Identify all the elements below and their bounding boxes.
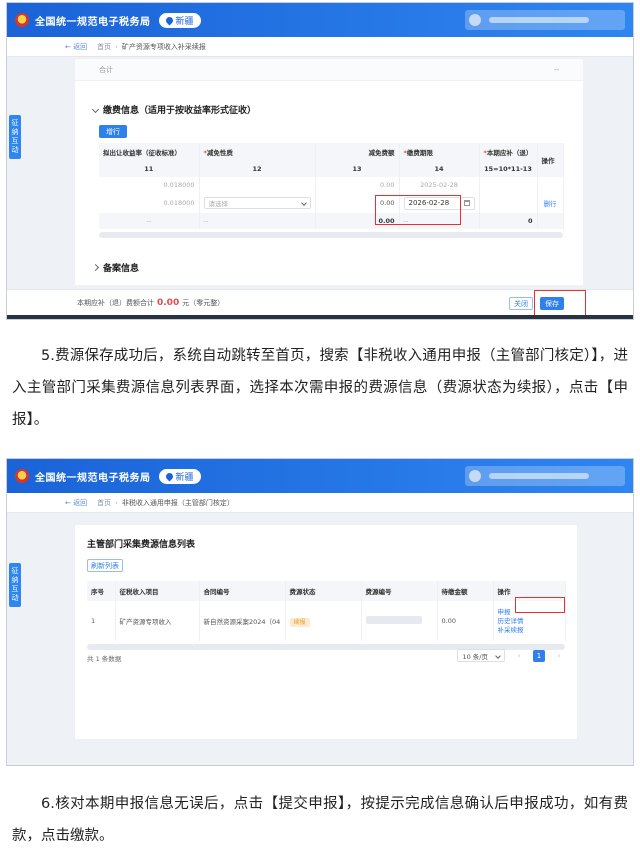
national-emblem-icon bbox=[15, 469, 29, 483]
col-reduce-type-header: *减免性质 bbox=[199, 143, 316, 161]
location-pin-icon bbox=[164, 471, 174, 481]
os-taskbar bbox=[7, 315, 633, 319]
total-label: 合计 bbox=[99, 65, 113, 74]
history-detail-link[interactable]: 历史详情 bbox=[498, 617, 561, 626]
national-emblem-icon bbox=[15, 13, 29, 27]
page-1-button[interactable]: 1 bbox=[533, 649, 545, 662]
fee-table: 拟出让收益率（征收标准） *减免性质 减免费额 *缴费期限 *本期应补（退） 操… bbox=[99, 143, 564, 238]
refresh-list-button[interactable]: 刷新列表 bbox=[87, 559, 123, 572]
col-payable-header: *本期应补（退） bbox=[479, 143, 538, 161]
fee-source-table: 序号 征税收入项目 合同编号 费源状态 费源编号 待缴金额 操作 1 矿产资源专… bbox=[87, 581, 566, 650]
pagination: 10 条/页 ‹ 1 › bbox=[457, 649, 565, 662]
table-header: 序号 征税收入项目 合同编号 费源状态 费源编号 待缴金额 操作 bbox=[87, 581, 566, 601]
col-deadline-header: *缴费期限 bbox=[399, 143, 480, 161]
fee-section-title[interactable]: 缴费信息（适用于按收益率形式征收） bbox=[91, 103, 256, 116]
list-panel: 主管部门采集费源信息列表 刷新列表 序号 征税收入项目 合同编号 费源状态 费源… bbox=[75, 525, 577, 739]
total-count: 共 1 条数据 bbox=[87, 655, 122, 663]
site-title: 全国统一规范电子税务局 bbox=[35, 16, 151, 28]
col-ops-header: 操作 bbox=[537, 143, 564, 177]
highlight-save bbox=[534, 290, 586, 317]
chevron-down-icon bbox=[495, 652, 501, 659]
list-title: 主管部门采集费源信息列表 bbox=[87, 540, 196, 550]
reduce-type-select[interactable]: 请选择 bbox=[203, 197, 311, 209]
record-section-title[interactable]: 备案信息 bbox=[91, 261, 139, 274]
breadcrumb: ← 返回 首页 › 非税收入通用申报（主管部门核定） bbox=[7, 493, 633, 513]
user-menu[interactable] bbox=[465, 466, 625, 486]
col-rate-header: 拟出让收益率（征收标准） bbox=[99, 143, 200, 161]
column-number-row: 11 12 13 14 15=10*11-13 bbox=[99, 161, 563, 177]
page-size-select[interactable]: 10 条/页 bbox=[457, 649, 505, 662]
footer-total-label: 本期应补（退）费额合计 bbox=[77, 298, 154, 307]
step-6-text: 6.核对本期申报信息无误后，点击【提交申报】，按提示完成信息确认后申报成功，如有… bbox=[12, 796, 628, 844]
footer-amount-words: 元（零元整） bbox=[182, 298, 225, 307]
chevron-down-icon bbox=[91, 105, 100, 114]
calendar-icon bbox=[463, 200, 470, 206]
highlight-declare bbox=[515, 597, 565, 613]
highlight-deadline bbox=[375, 195, 461, 225]
back-link[interactable]: ← 返回 bbox=[65, 42, 87, 52]
chevron-right-icon bbox=[91, 263, 100, 272]
breadcrumb-current: 非税收入通用申报（主管部门核定） bbox=[121, 498, 234, 507]
region-selector[interactable]: 新疆 bbox=[158, 468, 201, 484]
breadcrumb-home[interactable]: 首页 bbox=[97, 498, 111, 508]
prev-page-button[interactable]: ‹ bbox=[513, 650, 525, 662]
table-row: 0.018000 0.00 2025-02-28 bbox=[99, 177, 564, 193]
total-value: -- bbox=[553, 65, 559, 74]
location-pin-icon bbox=[164, 15, 174, 25]
region-selector[interactable]: 新疆 bbox=[158, 12, 201, 28]
breadcrumb-current: 矿产资源专项收入补采续报 bbox=[121, 42, 206, 51]
back-link[interactable]: ← 返回 bbox=[65, 498, 87, 508]
avatar bbox=[469, 470, 481, 482]
table-header: 拟出让收益率（征收标准） *减免性质 减免费额 *缴费期限 *本期应补（退） 操… bbox=[99, 143, 564, 177]
footer-amount: 0.00 bbox=[157, 297, 180, 308]
screenshot-fee-save: 全国统一规范电子税务局 新疆 ← 返回 首页 › 矿产资源专项收入补采续报 征纳… bbox=[6, 2, 634, 320]
horizontal-scrollbar[interactable] bbox=[99, 232, 563, 238]
avatar bbox=[469, 14, 481, 26]
side-tab-interaction[interactable]: 征纳互动 bbox=[9, 563, 21, 607]
breadcrumb-home[interactable]: 首页 bbox=[97, 42, 111, 52]
supplement-link[interactable]: 补采续报 bbox=[498, 626, 561, 635]
site-title: 全国统一规范电子税务局 bbox=[35, 472, 151, 484]
user-name-redacted bbox=[489, 473, 589, 479]
sum-row: -- -- 0.00 -- 0 bbox=[99, 213, 564, 229]
add-row-button[interactable]: 增行 bbox=[99, 125, 127, 138]
chevron-down-icon bbox=[300, 200, 307, 206]
top-bar: 全国统一规范电子税务局 新疆 bbox=[7, 3, 633, 37]
breadcrumb: ← 返回 首页 › 矿产资源专项收入补采续报 bbox=[7, 37, 633, 57]
user-menu[interactable] bbox=[465, 10, 625, 30]
col-reduce-amount-header: 减免费额 bbox=[315, 143, 400, 161]
close-button[interactable]: 关闭 bbox=[509, 297, 533, 310]
fee-source-id-redacted bbox=[365, 616, 422, 624]
top-bar: 全国统一规范电子税务局 新疆 bbox=[7, 459, 633, 493]
region-label: 新疆 bbox=[175, 472, 194, 483]
screenshot-fee-list: 全国统一规范电子税务局 新疆 ← 返回 首页 › 非税收入通用申报（主管部门核定… bbox=[6, 458, 634, 766]
total-row: 合计 -- bbox=[75, 59, 583, 81]
step-5-text: 5.费源保存成功后，系统自动跳转至首页，搜索【非税收入通用申报（主管部门核定）】… bbox=[12, 348, 628, 428]
user-name-redacted bbox=[489, 17, 589, 23]
status-badge: 续报 bbox=[289, 617, 310, 627]
region-label: 新疆 bbox=[175, 16, 194, 27]
next-page-button[interactable]: › bbox=[553, 650, 565, 662]
table-row: 1 矿产资源专项收入 新自然资源采案2024（04 续报 0.00 申报 历史详… bbox=[87, 601, 566, 641]
table-row: 0.018000 请选择 0.00 2026-02-28 删行 bbox=[99, 193, 564, 213]
form-panel: 合计 -- 缴费信息（适用于按收益率形式征收） 增行 拟出让收益率（征收标准） … bbox=[75, 59, 583, 285]
side-tab-interaction[interactable]: 征纳互动 bbox=[9, 115, 21, 159]
delete-row-link[interactable]: 删行 bbox=[537, 193, 564, 213]
